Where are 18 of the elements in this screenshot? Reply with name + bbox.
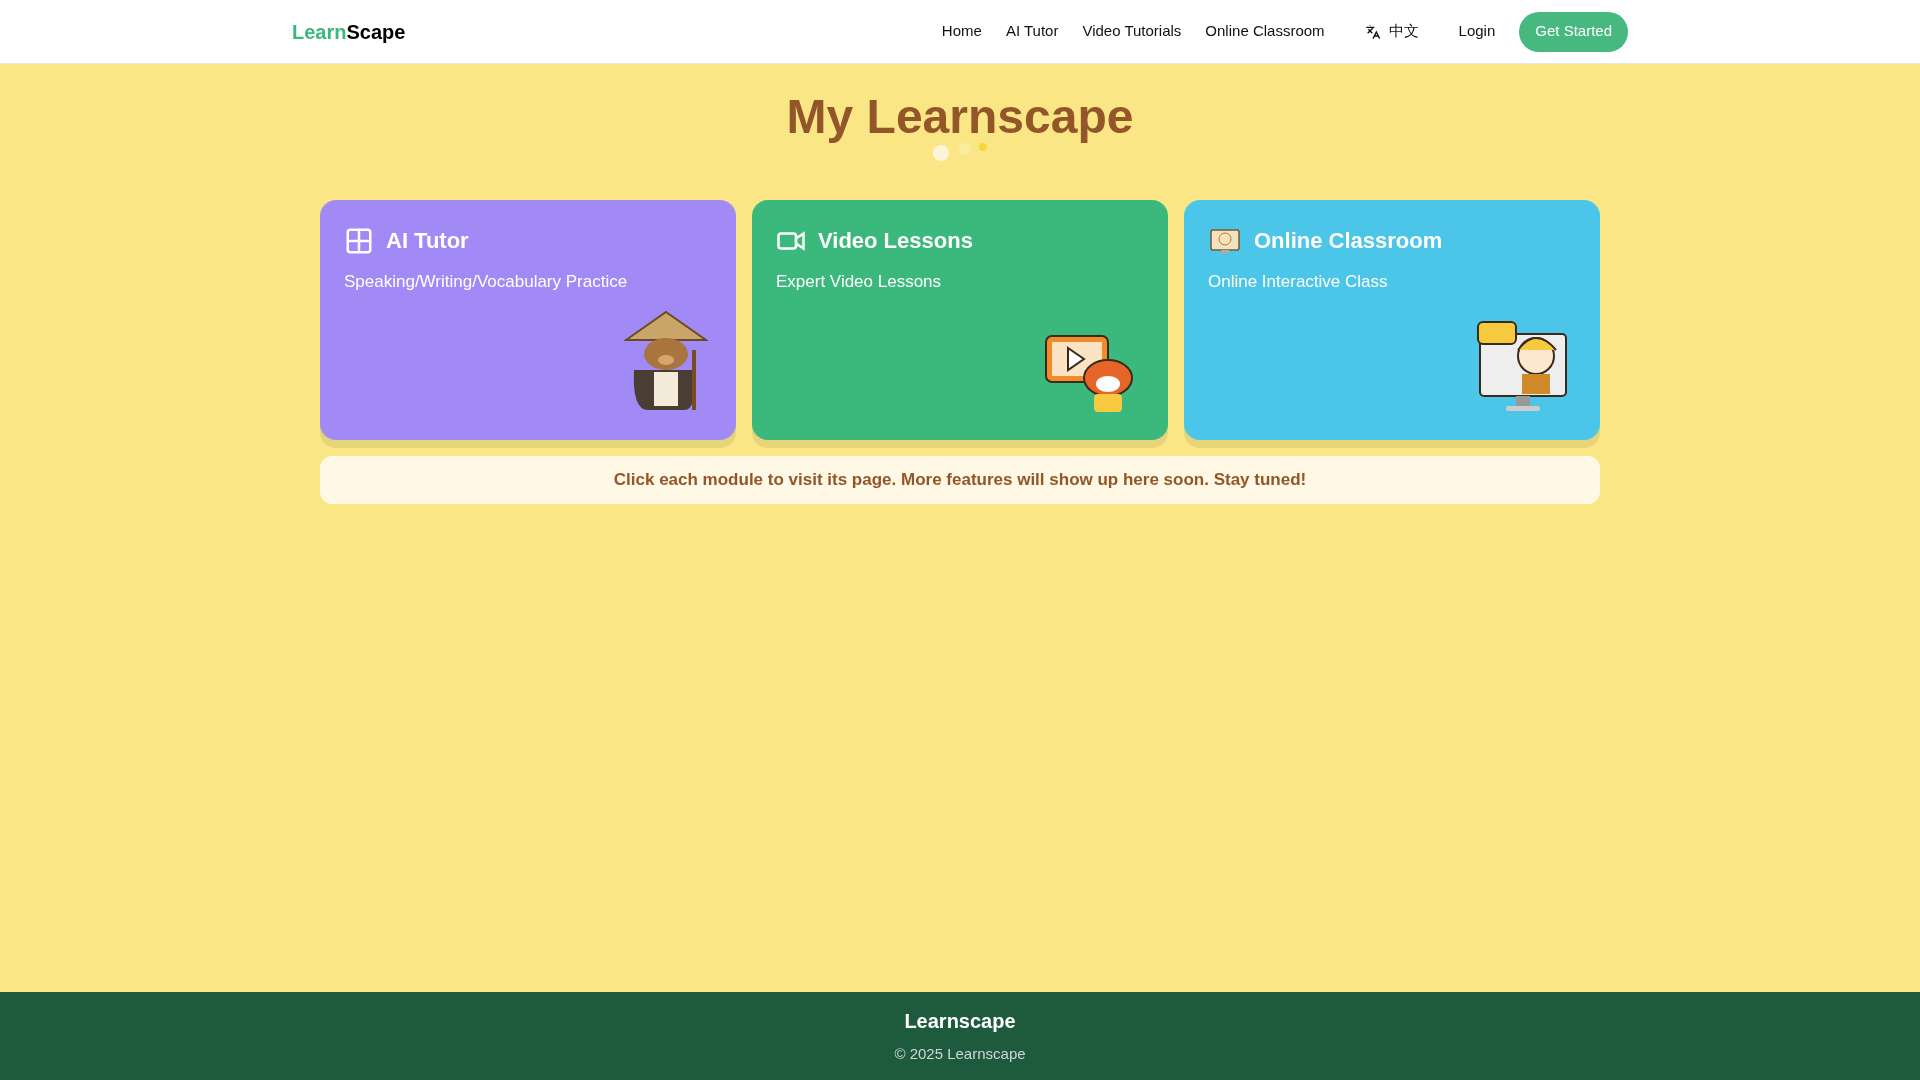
login-button[interactable]: Login <box>1458 20 1496 43</box>
decorative-dots-drawing <box>933 142 987 162</box>
card-title: AI Tutor <box>386 227 469 255</box>
logo-link[interactable]: LearnScape <box>292 17 406 46</box>
footer-copyright: © 2025 Learnscape <box>894 1043 1026 1064</box>
card-subtitle: Online Interactive Class <box>1208 271 1389 293</box>
page-title: My Learnscape <box>786 89 1134 145</box>
card-title: Video Lessons <box>818 227 973 255</box>
card-subtitle: Expert Video Lessons <box>776 271 943 293</box>
nav-link[interactable]: Video Tutorials <box>1082 20 1182 43</box>
footer-brand: Learnscape <box>904 1008 1016 1034</box>
card-subtitle: Speaking/Writing/Vocabulary Practice <box>344 271 629 293</box>
nav-link[interactable]: Home <box>941 20 982 43</box>
nav-link[interactable]: Online Classroom <box>1205 20 1325 43</box>
card-title: Online Classroom <box>1254 227 1443 255</box>
nav-link[interactable]: AI Tutor <box>1005 20 1059 43</box>
language-button[interactable]: 中文 <box>1364 20 1419 43</box>
notice-banner: Click each module to visit its page. More features will show up here soon. Stay tuned! <box>320 456 1600 504</box>
